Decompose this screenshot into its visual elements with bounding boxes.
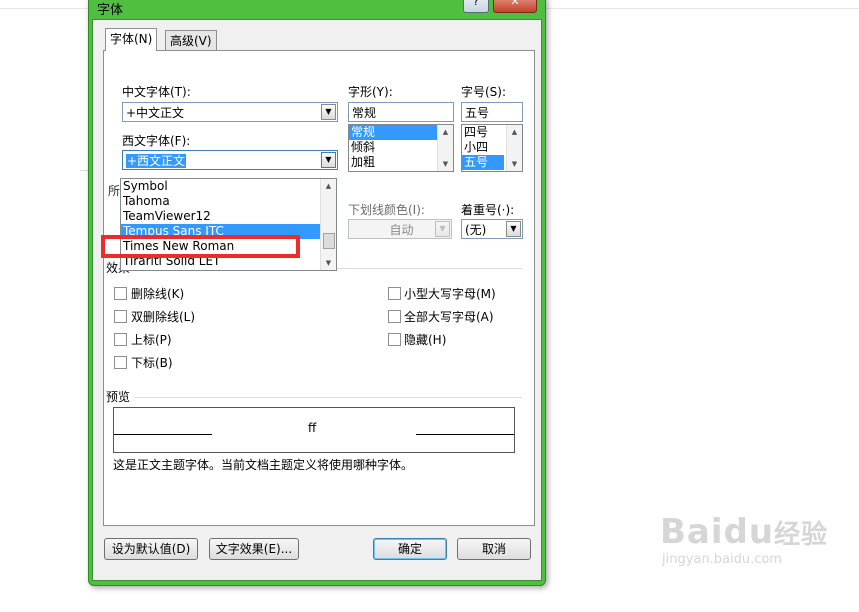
- chinese-font-label: 中文字体(T):: [122, 85, 191, 99]
- emphasis-select[interactable]: (无) ▼: [461, 219, 523, 239]
- subscript-label: 下标(B): [131, 356, 173, 370]
- preview-baseline-left: [114, 434, 212, 435]
- superscript-label: 上标(P): [131, 333, 172, 347]
- font-style-input[interactable]: 常规: [348, 102, 454, 122]
- chevron-down-icon[interactable]: ▼: [321, 152, 336, 168]
- ok-button[interactable]: 确定: [373, 538, 447, 560]
- all-caps-label: 全部大写字母(A): [404, 310, 494, 324]
- double-strikethrough-label: 双删除线(L): [131, 310, 196, 324]
- text-effects-button[interactable]: 文字效果(E)...: [209, 538, 299, 560]
- preview-title: 预览: [106, 390, 131, 404]
- preview-sample: ff: [308, 421, 317, 435]
- superscript-checkbox[interactable]: [114, 333, 127, 346]
- underline-color-value: 自动: [389, 223, 414, 237]
- hidden-label: 隐藏(H): [404, 333, 447, 347]
- highlight-box: [101, 235, 300, 258]
- font-dialog: 字体 ? ✕ 字体(N) 高级(V) 中文字体(T): +中文正文 ▼ 西文字体…: [88, 0, 546, 586]
- partial-label: 所: [108, 184, 121, 198]
- scroll-up-icon[interactable]: ▲: [321, 179, 336, 193]
- watermark-brand-cn: 经验: [774, 520, 829, 550]
- scroll-up-icon[interactable]: ▲: [507, 125, 522, 139]
- scrollbar[interactable]: ▲ ▼: [320, 179, 336, 270]
- chevron-down-icon[interactable]: ▼: [506, 221, 521, 237]
- dialog-title: 字体: [97, 3, 124, 18]
- font-size-list[interactable]: 四号 小四 五号 ▲ ▼: [461, 124, 523, 172]
- emphasis-value: (无): [465, 223, 487, 237]
- baidu-watermark: Baidu经验 jingyan.baidu.com: [660, 512, 828, 567]
- list-item[interactable]: Tahoma: [121, 194, 336, 209]
- emphasis-label: 着重号(·):: [461, 203, 515, 217]
- all-caps-checkbox[interactable]: [388, 310, 401, 323]
- scroll-up-icon[interactable]: ▲: [438, 125, 453, 139]
- scroll-down-icon[interactable]: ▼: [507, 157, 522, 171]
- scrollbar[interactable]: ▲ ▼: [437, 125, 453, 171]
- preview-baseline-right: [416, 434, 514, 435]
- list-item[interactable]: 五号: [462, 155, 504, 170]
- close-icon: ✕: [510, 0, 520, 8]
- subscript-checkbox[interactable]: [114, 356, 127, 369]
- preview-note: 这是正文主题字体。当前文档主题定义将使用哪种字体。: [113, 458, 414, 472]
- small-caps-label: 小型大写字母(M): [404, 287, 496, 301]
- small-caps-checkbox[interactable]: [388, 287, 401, 300]
- set-default-button[interactable]: 设为默认值(D): [104, 538, 198, 560]
- scroll-thumb[interactable]: [323, 233, 335, 249]
- watermark-brand: Baidu: [660, 512, 775, 552]
- font-style-label: 字形(Y):: [348, 85, 393, 99]
- list-item[interactable]: Symbol: [121, 179, 336, 194]
- watermark-url: jingyan.baidu.com: [662, 552, 782, 567]
- chevron-down-icon[interactable]: ▼: [435, 221, 450, 237]
- list-item[interactable]: TeamViewer12: [121, 209, 336, 224]
- font-tab-panel: 中文字体(T): +中文正文 ▼ 西文字体(F): +西文正文 ▼ 所 字形(Y…: [103, 50, 535, 526]
- font-style-list[interactable]: 常规 倾斜 加粗 ▲ ▼: [348, 124, 454, 172]
- dialog-client-area: 字体(N) 高级(V) 中文字体(T): +中文正文 ▼ 西文字体(F): +西…: [92, 19, 542, 581]
- font-size-input[interactable]: 五号: [461, 102, 523, 122]
- chinese-font-select[interactable]: +中文正文 ▼: [122, 102, 338, 122]
- scroll-down-icon[interactable]: ▼: [321, 256, 336, 270]
- western-font-label: 西文字体(F):: [122, 134, 191, 148]
- chevron-down-icon[interactable]: ▼: [321, 104, 336, 120]
- strikethrough-label: 删除线(K): [131, 287, 185, 301]
- close-button[interactable]: ✕: [493, 0, 537, 13]
- help-button[interactable]: ?: [463, 0, 489, 13]
- cancel-button[interactable]: 取消: [457, 538, 531, 560]
- preview-divider: [134, 397, 522, 398]
- underline-color-label: 下划线颜色(I):: [348, 203, 425, 217]
- scroll-down-icon[interactable]: ▼: [438, 157, 453, 171]
- font-size-label: 字号(S):: [461, 85, 507, 99]
- chinese-font-value: +中文正文: [126, 106, 185, 120]
- underline-color-select[interactable]: 自动 ▼: [348, 219, 452, 239]
- western-font-select[interactable]: +西文正文 ▼: [122, 150, 338, 170]
- western-font-value: +西文正文: [126, 154, 187, 168]
- hidden-checkbox[interactable]: [388, 333, 401, 346]
- tab-font[interactable]: 字体(N): [105, 28, 158, 51]
- preview-box: ff: [113, 407, 515, 453]
- double-strikethrough-checkbox[interactable]: [114, 310, 127, 323]
- tab-advanced[interactable]: 高级(V): [165, 30, 217, 51]
- strikethrough-checkbox[interactable]: [114, 287, 127, 300]
- scrollbar[interactable]: ▲ ▼: [506, 125, 522, 171]
